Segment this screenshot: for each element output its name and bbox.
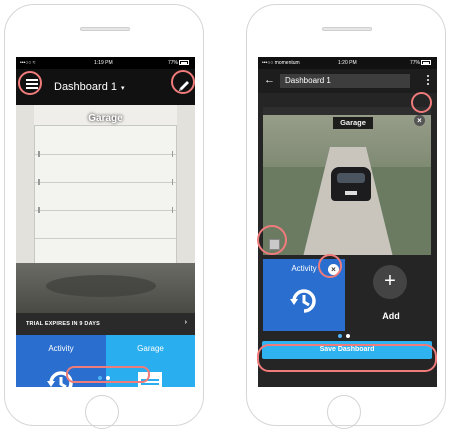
status-carrier: •••○○ momentum (262, 60, 300, 66)
battery-percent: 77% (167, 60, 178, 66)
garage-camera-feed[interactable]: Garage (16, 105, 195, 313)
status-battery: 77% (168, 60, 189, 66)
home-button[interactable] (85, 395, 119, 429)
earpiece-speaker (322, 27, 372, 31)
left-phone-frame: •••○○ ≈ 1:19 PM 77% Dashboard 1 ▾ Garage… (4, 4, 204, 429)
garage-frame-top (263, 107, 431, 115)
floor-stain (46, 275, 156, 297)
camera-label: Garage (88, 113, 123, 124)
right-screen: •••○○ momentum 1:20 PM 77% ← Dashboard 1… (258, 57, 437, 387)
activity-tile-label: Activity (48, 344, 74, 353)
battery-icon (179, 60, 189, 66)
status-bar: •••○○ ≈ 1:19 PM 77% (16, 57, 195, 69)
home-button[interactable] (327, 395, 361, 429)
garage-door (34, 125, 177, 265)
chevron-down-icon[interactable]: ▾ (121, 84, 125, 92)
close-camera-highlight-ring (411, 92, 432, 113)
dashboard-title[interactable]: Dashboard 1 (54, 81, 117, 93)
page-dots-highlight-ring (66, 366, 150, 383)
left-screen: •••○○ ≈ 1:19 PM 77% Dashboard 1 ▾ Garage… (16, 57, 195, 387)
dashboard-name-field[interactable]: Dashboard 1 (280, 74, 410, 88)
battery-percent: 77% (409, 60, 420, 66)
trial-banner-text: TRIAL EXPIRES IN 9 DAYS (26, 321, 100, 327)
resize-handle-highlight-ring (257, 225, 287, 255)
app-bar: Dashboard 1 ▾ (16, 69, 195, 105)
driveway-camera-feed[interactable]: Garage × (263, 107, 431, 255)
status-bar: •••○○ momentum 1:20 PM 77% (258, 57, 437, 69)
hamburger-highlight-ring (18, 71, 42, 95)
save-button-highlight-ring (257, 344, 437, 372)
battery-icon (421, 60, 431, 66)
garage-tile-label: Garage (137, 344, 164, 353)
close-tile-highlight-ring (318, 254, 342, 278)
edit-app-bar: ← Dashboard 1 (258, 69, 437, 93)
page-dot[interactable] (338, 334, 342, 338)
chevron-right-icon: › (184, 319, 187, 326)
status-time: 1:20 PM (338, 60, 357, 66)
page-dot[interactable] (346, 334, 350, 338)
pencil-highlight-ring (171, 70, 195, 94)
clock-history-icon (290, 289, 316, 313)
trial-banner[interactable]: TRIAL EXPIRES IN 9 DAYS › (16, 313, 195, 335)
earpiece-speaker (80, 27, 130, 31)
add-tile-button[interactable]: + Add (350, 259, 432, 331)
back-arrow-icon[interactable]: ← (264, 74, 275, 86)
garage-wall-right (177, 105, 195, 265)
overflow-menu-icon[interactable] (427, 75, 429, 87)
parked-car (331, 167, 371, 201)
status-battery: 77% (410, 60, 431, 66)
add-tile-label: Add (382, 311, 400, 321)
status-carrier: •••○○ ≈ (20, 60, 36, 66)
camera-label: Garage (333, 117, 373, 129)
status-time: 1:19 PM (94, 60, 113, 66)
page-indicator[interactable] (338, 334, 350, 338)
remove-camera-close-icon[interactable]: × (414, 115, 425, 126)
garage-wall-left (16, 105, 34, 265)
plus-icon: + (373, 265, 407, 299)
